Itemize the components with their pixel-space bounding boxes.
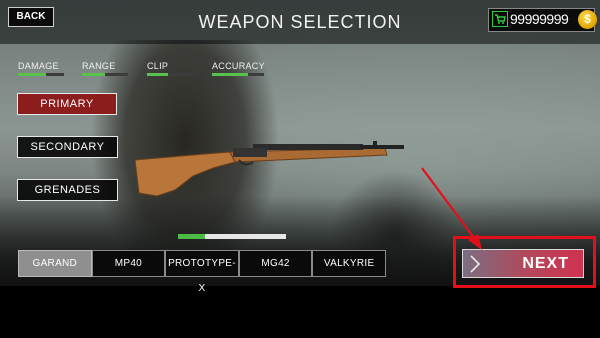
top-bar: BACK WEAPON SELECTION 99999999 $ xyxy=(0,0,600,44)
back-button[interactable]: BACK xyxy=(8,7,54,27)
weapon-tab-valkyrie[interactable]: VALKYRIE xyxy=(312,250,386,277)
stat-label: ACCURACY xyxy=(212,61,265,71)
stat-bar xyxy=(212,73,264,76)
stat-label: DAMAGE xyxy=(18,61,59,71)
stat-bar-fill xyxy=(212,73,249,76)
weapon-selection-progress xyxy=(178,234,286,239)
stat-range: RANGE xyxy=(82,61,128,76)
stat-damage: DAMAGE xyxy=(18,61,64,76)
currency-display[interactable]: 99999999 $ xyxy=(488,8,597,32)
stat-bar-fill xyxy=(18,73,46,76)
currency-amount: 99999999 xyxy=(510,11,569,27)
stat-bar xyxy=(147,73,193,76)
shopping-cart-icon[interactable] xyxy=(492,11,508,27)
stat-bar xyxy=(82,73,128,76)
rifle-image xyxy=(135,141,404,197)
progress-fill xyxy=(178,234,205,239)
category-grenades-button[interactable]: GRENADES xyxy=(17,179,118,201)
stat-bar-fill xyxy=(82,73,105,76)
category-primary-button[interactable]: PRIMARY xyxy=(17,93,117,115)
weapon-tab-garand[interactable]: GARAND xyxy=(18,250,92,277)
category-secondary-button[interactable]: SECONDARY xyxy=(17,136,118,158)
coin-icon: $ xyxy=(578,10,597,29)
stat-bar xyxy=(18,73,64,76)
stat-bar-fill xyxy=(147,73,168,76)
stat-label: CLIP xyxy=(147,61,169,71)
weapon-tab-prototype-x[interactable]: PROTOTYPE-X xyxy=(165,250,239,294)
stat-label: RANGE xyxy=(82,61,116,71)
weapon-tab-mg42[interactable]: MG42 xyxy=(238,250,313,277)
annotation-arrow-icon xyxy=(421,167,482,250)
page-title: WEAPON SELECTION xyxy=(198,12,402,32)
stat-clip: CLIP xyxy=(147,61,193,76)
stat-accuracy: ACCURACY xyxy=(212,61,265,76)
weapon-tab-bar: GARAND MP40 PROTOTYPE-X MG42 VALKYRIE xyxy=(18,250,386,294)
weapon-tab-mp40[interactable]: MP40 xyxy=(91,250,166,277)
